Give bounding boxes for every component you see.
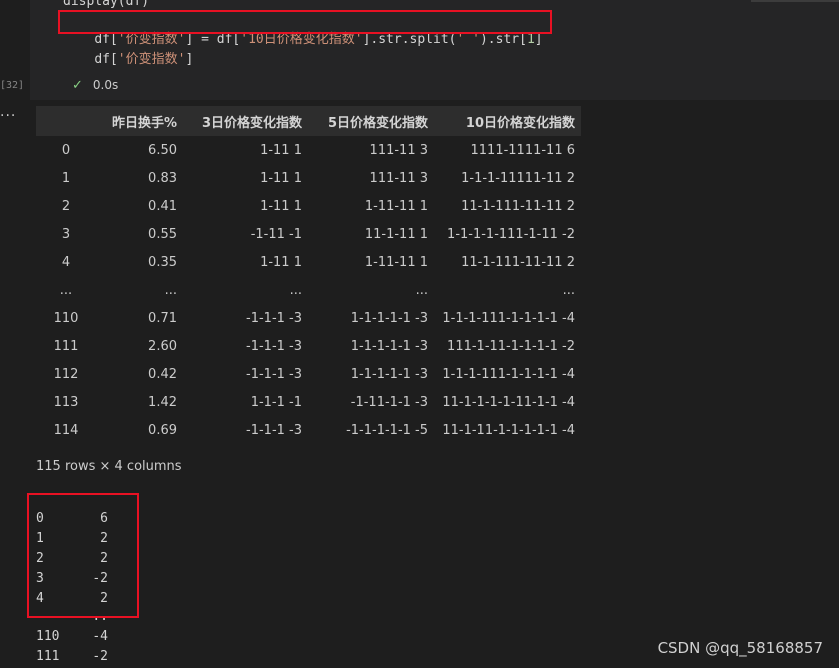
table-cell: 1-11 1: [260, 170, 302, 186]
table-cell: 111-11 3: [369, 142, 428, 158]
table-row: 3 0.55 -1-11 -1 11-1-11 1 1-1-1-1-111-1-11 -…: [36, 220, 581, 248]
table-row: 4 0.35 1-11 1 1-11-11 1 11-1-111-11-11 2: [36, 248, 581, 276]
table-cell: 0.42: [148, 366, 177, 382]
watermark: CSDN @qq_58168857: [657, 639, 823, 657]
table-row: 2 0.41 1-11 1 1-11-11 1 11-1-111-11-11 2: [36, 192, 581, 220]
table-cell: 1-11-11 1: [364, 254, 428, 270]
table-cell: -1-11-1-1 -3: [350, 394, 428, 410]
column-header: 5日价格变化指数: [308, 106, 434, 136]
series-index: 111: [36, 649, 60, 664]
table-cell: 1-1-1-11111-11 2: [461, 170, 575, 186]
row-index: 111: [53, 338, 79, 354]
table-cell: 0.71: [148, 310, 177, 326]
series-row: 111 -2: [36, 649, 108, 664]
table-row: 113 1.42 1-1-1 -1 -1-11-1-1 -3 11-1-1-1-1-11…: [36, 388, 581, 416]
table-row: 114 0.69 -1-1-1 -3 -1-1-1-1-1 -5 11-1-11-1-1…: [36, 416, 581, 444]
table-cell: 11-1-1-1-1-11-1-1 -4: [442, 394, 575, 410]
table-cell: 1-1-1-1-1 -3: [350, 366, 428, 382]
table-cell: 0.55: [148, 226, 177, 242]
table-cell: 1-1-1 -1: [250, 394, 302, 410]
table-cell: 0.69: [148, 422, 177, 438]
table-cell: 1.42: [148, 394, 177, 410]
table-cell: 11-1-11 1: [364, 226, 428, 242]
execution-time: 0.0s: [92, 78, 119, 92]
table-row: 1 0.83 1-11 1 111-11 3 1-1-1-11111-11 2: [36, 164, 581, 192]
column-header: 3日价格变化指数: [183, 106, 308, 136]
table-cell: 1-1-1-1-111-1-11 -2: [447, 226, 575, 242]
table-cell: 111-1-11-1-1-1-1 -2: [447, 338, 575, 354]
table-cell: 1-1-1-111-1-1-1-1 -4: [442, 366, 575, 382]
table-cell: -1-1-1-1-1 -5: [346, 422, 428, 438]
table-cell: 1-11-11 1: [364, 198, 428, 214]
series-row: 110 -4: [36, 629, 108, 644]
series-index: 110: [36, 629, 60, 644]
row-index: 4: [61, 254, 71, 270]
table-row: 111 2.60 -1-1-1 -3 1-1-1-1-1 -3 111-1-11-1-1…: [36, 332, 581, 360]
toolbar-edge: [751, 0, 839, 2]
table-cell: 1-1-1-111-1-1-1-1 -4: [442, 310, 575, 326]
table-cell: 11-1-11-1-1-1-1-1 -4: [442, 422, 575, 438]
row-index: 3: [61, 226, 71, 242]
table-cell: 1-11 1: [260, 198, 302, 214]
table-cell: ...: [289, 282, 302, 298]
table-cell: 1-1-1-1-1 -3: [350, 338, 428, 354]
table-cell: ...: [415, 282, 428, 298]
table-cell: 11-1-111-11-11 2: [461, 254, 575, 270]
check-icon: ✓: [72, 78, 83, 93]
column-header: [36, 106, 96, 136]
row-index: 0: [61, 142, 71, 158]
table-row-ellipsis: ...............: [36, 276, 581, 304]
highlight-box-series: [27, 493, 139, 618]
row-index: 2: [61, 198, 71, 214]
row-index: 1: [61, 170, 71, 186]
table-cell: ...: [562, 282, 575, 298]
table-row: 110 0.71 -1-1-1 -3 1-1-1-1-1 -3 1-1-1-111-1-…: [36, 304, 581, 332]
row-index: 114: [53, 422, 79, 438]
dataframe-table: 昨日换手% 3日价格变化指数 5日价格变化指数 10日价格变化指数 0 6.50 1…: [36, 106, 581, 444]
cell-gutter: [0, 0, 30, 668]
table-cell: -1-1-1 -3: [246, 338, 302, 354]
code-line-display: display(df): [63, 0, 150, 9]
table-cell: 6.50: [148, 142, 177, 158]
table-cell: 2.60: [148, 338, 177, 354]
execution-count: [32]: [0, 80, 25, 91]
row-index: 112: [53, 366, 79, 382]
table-cell: 0.83: [148, 170, 177, 186]
table-row: 0 6.50 1-11 1 111-11 3 1111-1111-11 6: [36, 136, 581, 164]
series-value: -4: [92, 629, 108, 644]
series-value: -2: [92, 649, 108, 664]
table-cell: 1111-1111-11 6: [470, 142, 576, 158]
table-row: 112 0.42 -1-1-1 -3 1-1-1-1-1 -3 1-1-1-111-1-…: [36, 360, 581, 388]
table-cell: 0.41: [148, 198, 177, 214]
row-index: ...: [59, 282, 73, 298]
table-cell: 1-1-1-1-1 -3: [350, 310, 428, 326]
table-cell: -1-11 -1: [250, 226, 302, 242]
column-header: 10日价格变化指数: [434, 106, 581, 136]
column-header: 昨日换手%: [96, 106, 183, 136]
cell-more-actions-button[interactable]: ...: [0, 104, 16, 120]
table-cell: ...: [164, 282, 177, 298]
row-index: 110: [53, 310, 79, 326]
dataframe-shape: 115 rows × 4 columns: [36, 459, 182, 474]
table-cell: 111-11 3: [369, 170, 428, 186]
table-cell: 1-11 1: [260, 142, 302, 158]
row-index: 113: [53, 394, 79, 410]
table-cell: -1-1-1 -3: [246, 310, 302, 326]
table-cell: -1-1-1 -3: [246, 366, 302, 382]
table-cell: 11-1-111-11-11 2: [461, 198, 575, 214]
cell-status: ✓ 0.0s: [72, 78, 118, 93]
highlight-box-code: [58, 10, 552, 34]
code-line-show-column: df['价变指数']: [94, 52, 194, 67]
table-cell: 0.35: [148, 254, 177, 270]
table-cell: -1-1-1 -3: [246, 422, 302, 438]
table-header-row: 昨日换手% 3日价格变化指数 5日价格变化指数 10日价格变化指数: [36, 106, 581, 136]
table-cell: 1-11 1: [260, 254, 302, 270]
